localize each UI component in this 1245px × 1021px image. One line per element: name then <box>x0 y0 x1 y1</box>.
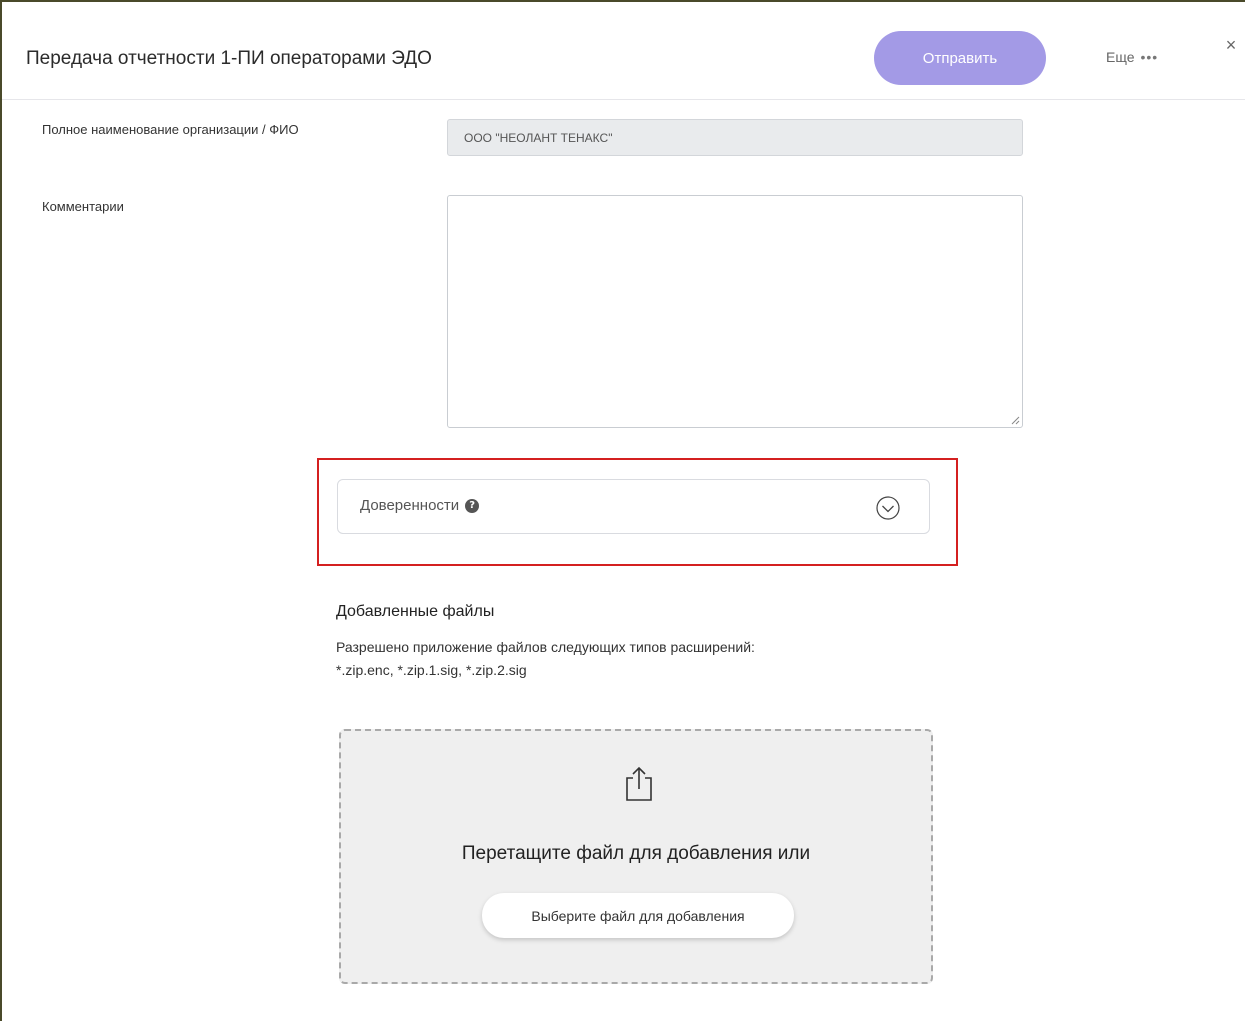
allowed-types-text: Разрешено приложение файлов следующих ти… <box>336 639 755 655</box>
more-label: Еще <box>1106 49 1135 65</box>
allowed-extensions: *.zip.enc, *.zip.1.sig, *.zip.2.sig <box>336 662 527 678</box>
poa-accordion[interactable]: Доверенности ? <box>337 479 930 534</box>
modal-window: Передача отчетности 1-ПИ операторами ЭДО… <box>0 0 1245 1021</box>
send-button[interactable]: Отправить <box>874 31 1046 85</box>
modal-title: Передача отчетности 1-ПИ операторами ЭДО <box>26 48 432 69</box>
more-menu-button[interactable]: Еще ••• <box>1106 49 1158 65</box>
resize-handle-icon[interactable] <box>1010 415 1020 425</box>
org-name-field: ООО "НЕОЛАНТ ТЕНАКС" <box>447 119 1023 156</box>
org-name-value: ООО "НЕОЛАНТ ТЕНАКС" <box>464 130 613 145</box>
modal-header: Передача отчетности 1-ПИ операторами ЭДО… <box>2 2 1245 100</box>
comment-textarea[interactable] <box>447 195 1023 428</box>
choose-file-button[interactable]: Выберите файл для добавления <box>482 893 794 938</box>
poa-label: Доверенности <box>360 497 460 514</box>
comment-label: Комментарии <box>42 199 124 214</box>
close-icon[interactable]: × <box>1222 36 1240 54</box>
file-dropzone[interactable]: Перетащите файл для добавления или Выбер… <box>339 729 933 984</box>
dropzone-text: Перетащите файл для добавления или <box>461 843 811 864</box>
files-section-title: Добавленные файлы <box>336 603 495 620</box>
upload-icon <box>626 766 652 801</box>
org-name-label: Полное наименование организации / ФИО <box>42 122 299 137</box>
help-icon[interactable]: ? <box>465 498 480 513</box>
poa-header: Доверенности ? <box>360 497 480 514</box>
chevron-down-icon[interactable] <box>876 496 900 520</box>
more-dots-icon: ••• <box>1140 49 1159 65</box>
files-description: Разрешено приложение файлов следующих ти… <box>336 636 896 682</box>
